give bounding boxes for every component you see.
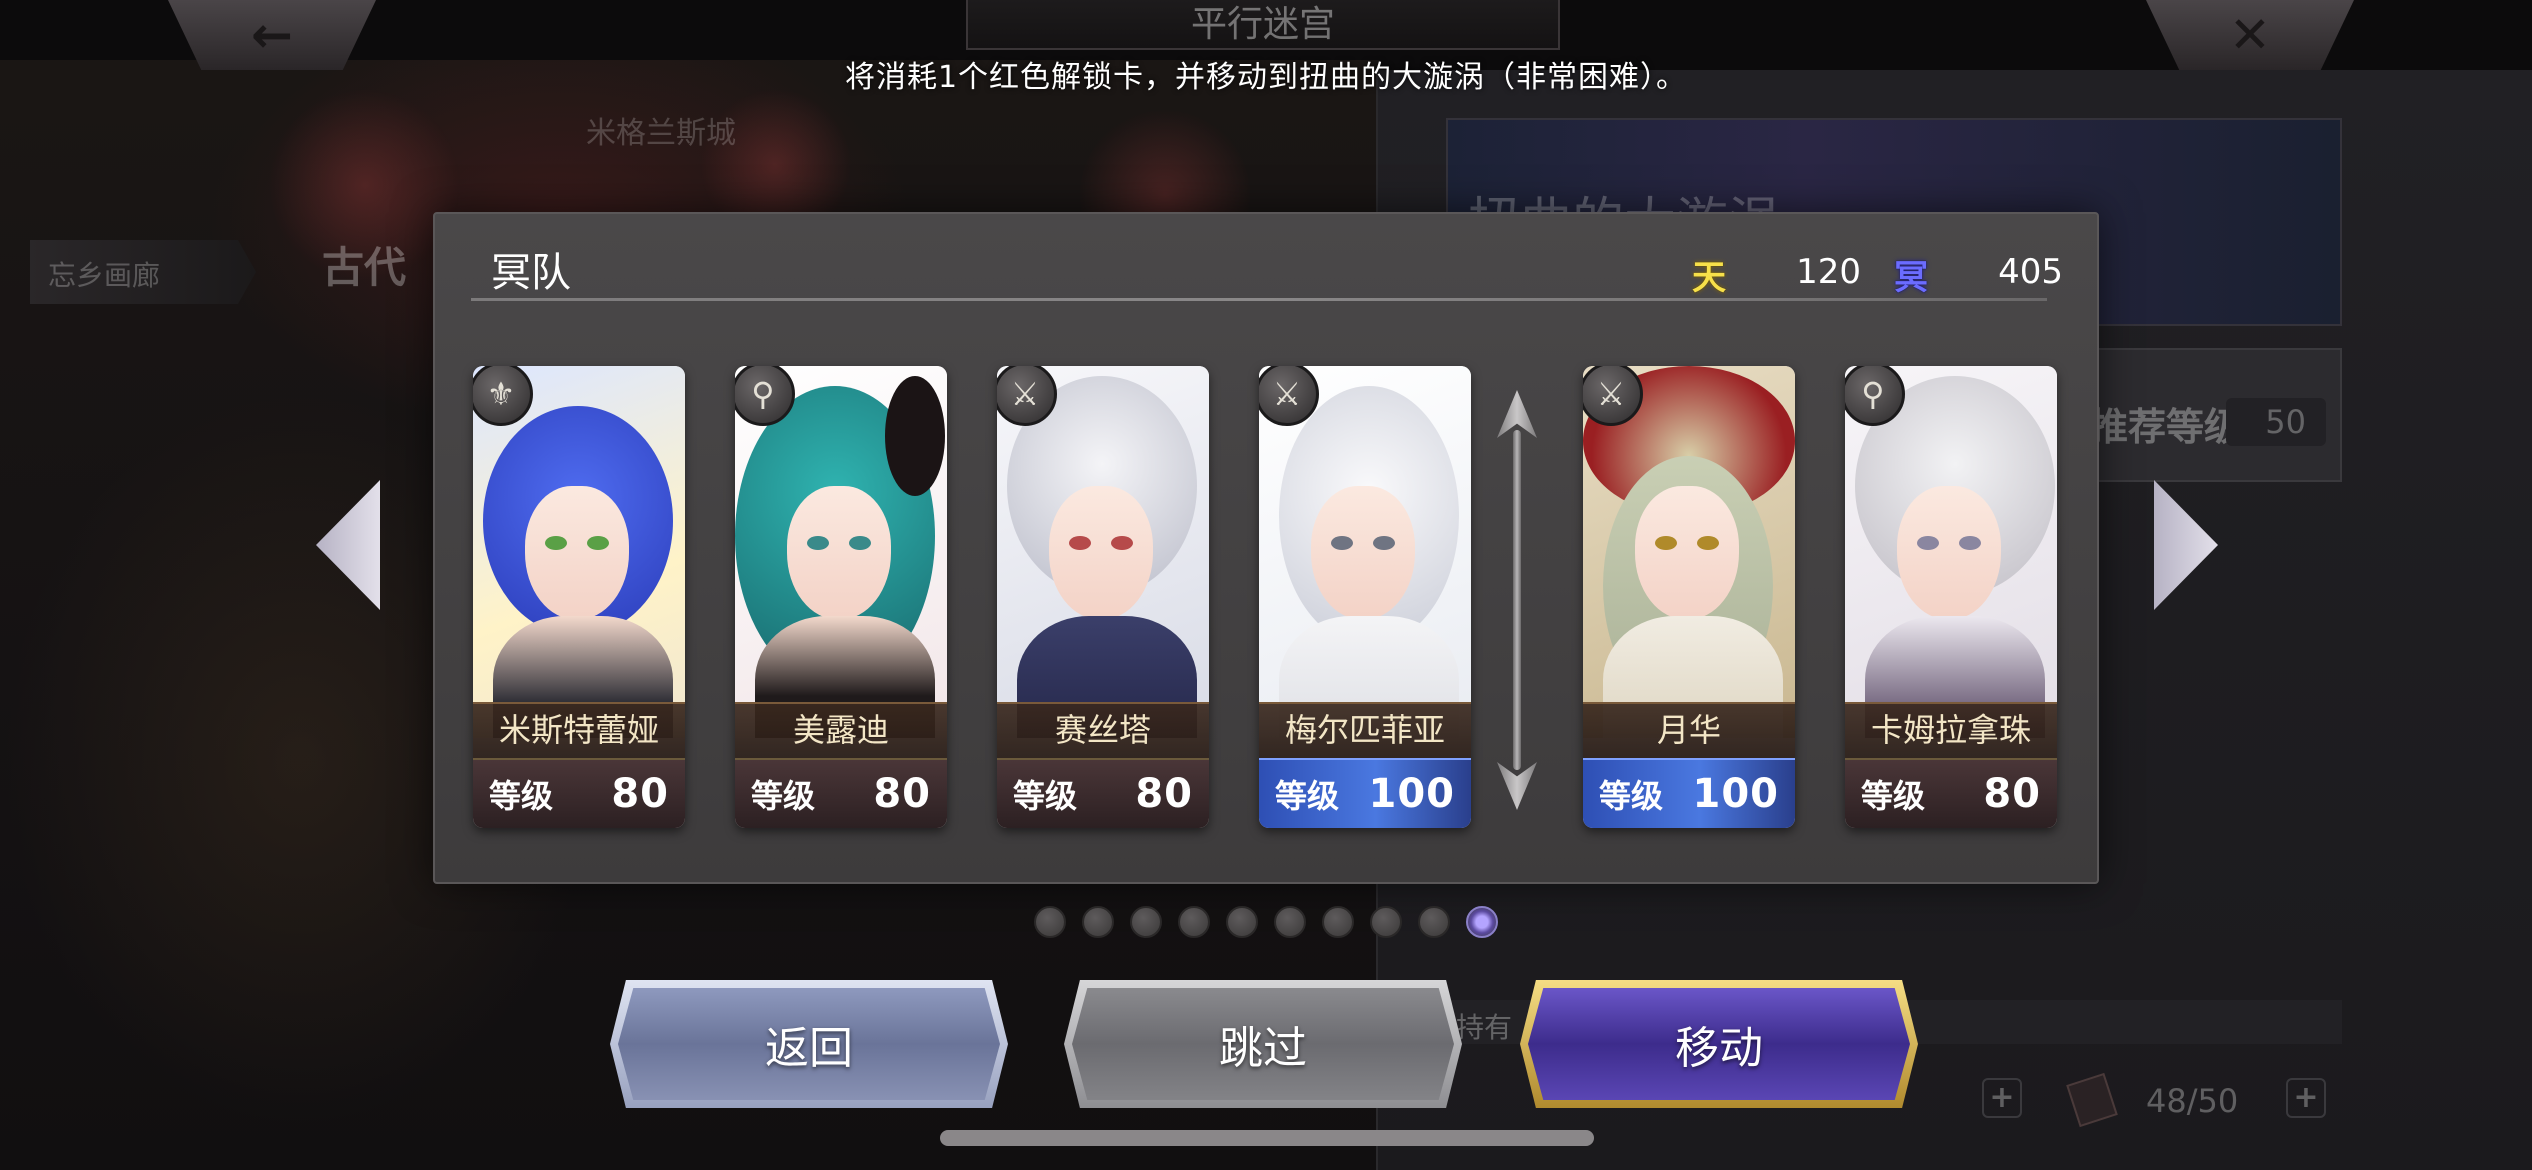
- recommended-level-label: 推荐等级: [2090, 405, 2243, 449]
- add-icon: +: [1982, 1078, 2022, 1118]
- level-bar: 等级 80: [1845, 758, 2057, 828]
- skip-button[interactable]: 跳过: [1064, 980, 1462, 1108]
- page-dot[interactable]: [1082, 906, 1114, 938]
- move-button-label: 移动: [1675, 1023, 1763, 1074]
- page-title: 平行迷宫: [1190, 4, 1335, 45]
- era-label: 古代: [322, 243, 407, 292]
- hell-icon: 冥: [1894, 257, 1928, 298]
- level-label: 等级: [489, 777, 554, 815]
- location-label: 米格兰斯城: [586, 116, 736, 151]
- level-label: 等级: [1275, 777, 1340, 815]
- team-pagination: [1034, 906, 1498, 938]
- return-button-label: 返回: [765, 1023, 853, 1074]
- return-button[interactable]: 返回: [610, 980, 1008, 1108]
- level-value: 100: [1368, 771, 1455, 817]
- team-name: 冥队: [491, 250, 571, 296]
- heaven-icon: 天: [1692, 257, 1726, 298]
- page-dot[interactable]: [1274, 906, 1306, 938]
- page-dot[interactable]: [1226, 906, 1258, 938]
- page-dot[interactable]: [1322, 906, 1354, 938]
- character-card[interactable]: ⚔ 月华 等级 100: [1583, 366, 1795, 828]
- page-dot[interactable]: [1178, 906, 1210, 938]
- character-name: 米斯特蕾娅: [473, 702, 685, 758]
- hell-value: 405: [1998, 252, 2063, 292]
- character-card[interactable]: ⚜ 米斯特蕾娅 等级 80: [473, 366, 685, 828]
- page-dot[interactable]: [1034, 906, 1066, 938]
- level-bar: 等级 80: [473, 758, 685, 828]
- ticket-count: 48/50: [2146, 1082, 2239, 1120]
- character-card[interactable]: ⚔ 赛丝塔 等级 80: [997, 366, 1209, 828]
- level-value: 80: [1983, 771, 2041, 817]
- level-bar: 等级 80: [997, 758, 1209, 828]
- page-dot[interactable]: [1466, 906, 1498, 938]
- character-card[interactable]: ⚲ 卡姆拉拿珠 等级 80: [1845, 366, 2057, 828]
- level-bar: 等级 100: [1259, 758, 1471, 828]
- level-label: 等级: [1861, 777, 1926, 815]
- level-value: 100: [1692, 771, 1779, 817]
- level-bar: 等级 100: [1583, 758, 1795, 828]
- team-confirm-dialog: 冥队 天 120 冥 405 ⚜ 米斯特蕾娅 等级 80 ⚲ 美露迪 等级 80…: [433, 212, 2099, 884]
- page-dot[interactable]: [1418, 906, 1450, 938]
- header-divider: [471, 298, 2047, 301]
- character-name: 月华: [1583, 702, 1795, 758]
- skip-button-label: 跳过: [1219, 1023, 1307, 1074]
- recommended-level-value: 50: [2226, 398, 2326, 446]
- character-name: 美露迪: [735, 702, 947, 758]
- level-label: 等级: [1599, 777, 1664, 815]
- page-dot[interactable]: [1370, 906, 1402, 938]
- level-label: 等级: [1013, 777, 1078, 815]
- level-value: 80: [1135, 771, 1193, 817]
- character-name: 梅尔匹菲亚: [1259, 702, 1471, 758]
- side-tab-label: 忘乡画廊: [48, 259, 161, 292]
- home-indicator: [940, 1130, 1594, 1146]
- character-card[interactable]: ⚲ 美露迪 等级 80: [735, 366, 947, 828]
- character-name: 卡姆拉拿珠: [1845, 702, 2057, 758]
- level-label: 等级: [751, 777, 816, 815]
- level-value: 80: [611, 771, 669, 817]
- team-swap-divider: [1497, 390, 1537, 810]
- level-bar: 等级 80: [735, 758, 947, 828]
- page-title-plate: 平行迷宫: [966, 0, 1560, 50]
- character-card[interactable]: ⚔ 梅尔匹菲亚 等级 100: [1259, 366, 1471, 828]
- character-name: 赛丝塔: [997, 702, 1209, 758]
- confirm-message: 将消耗1个红色解锁卡，并移动到扭曲的大漩涡（非常困难）。: [844, 60, 1688, 95]
- hold-label: 持有: [1456, 1011, 1513, 1044]
- move-button[interactable]: 移动: [1520, 980, 1918, 1108]
- add-ticket-icon: +: [2286, 1078, 2326, 1118]
- level-value: 80: [873, 771, 931, 817]
- page-dot[interactable]: [1130, 906, 1162, 938]
- heaven-value: 120: [1796, 252, 1861, 292]
